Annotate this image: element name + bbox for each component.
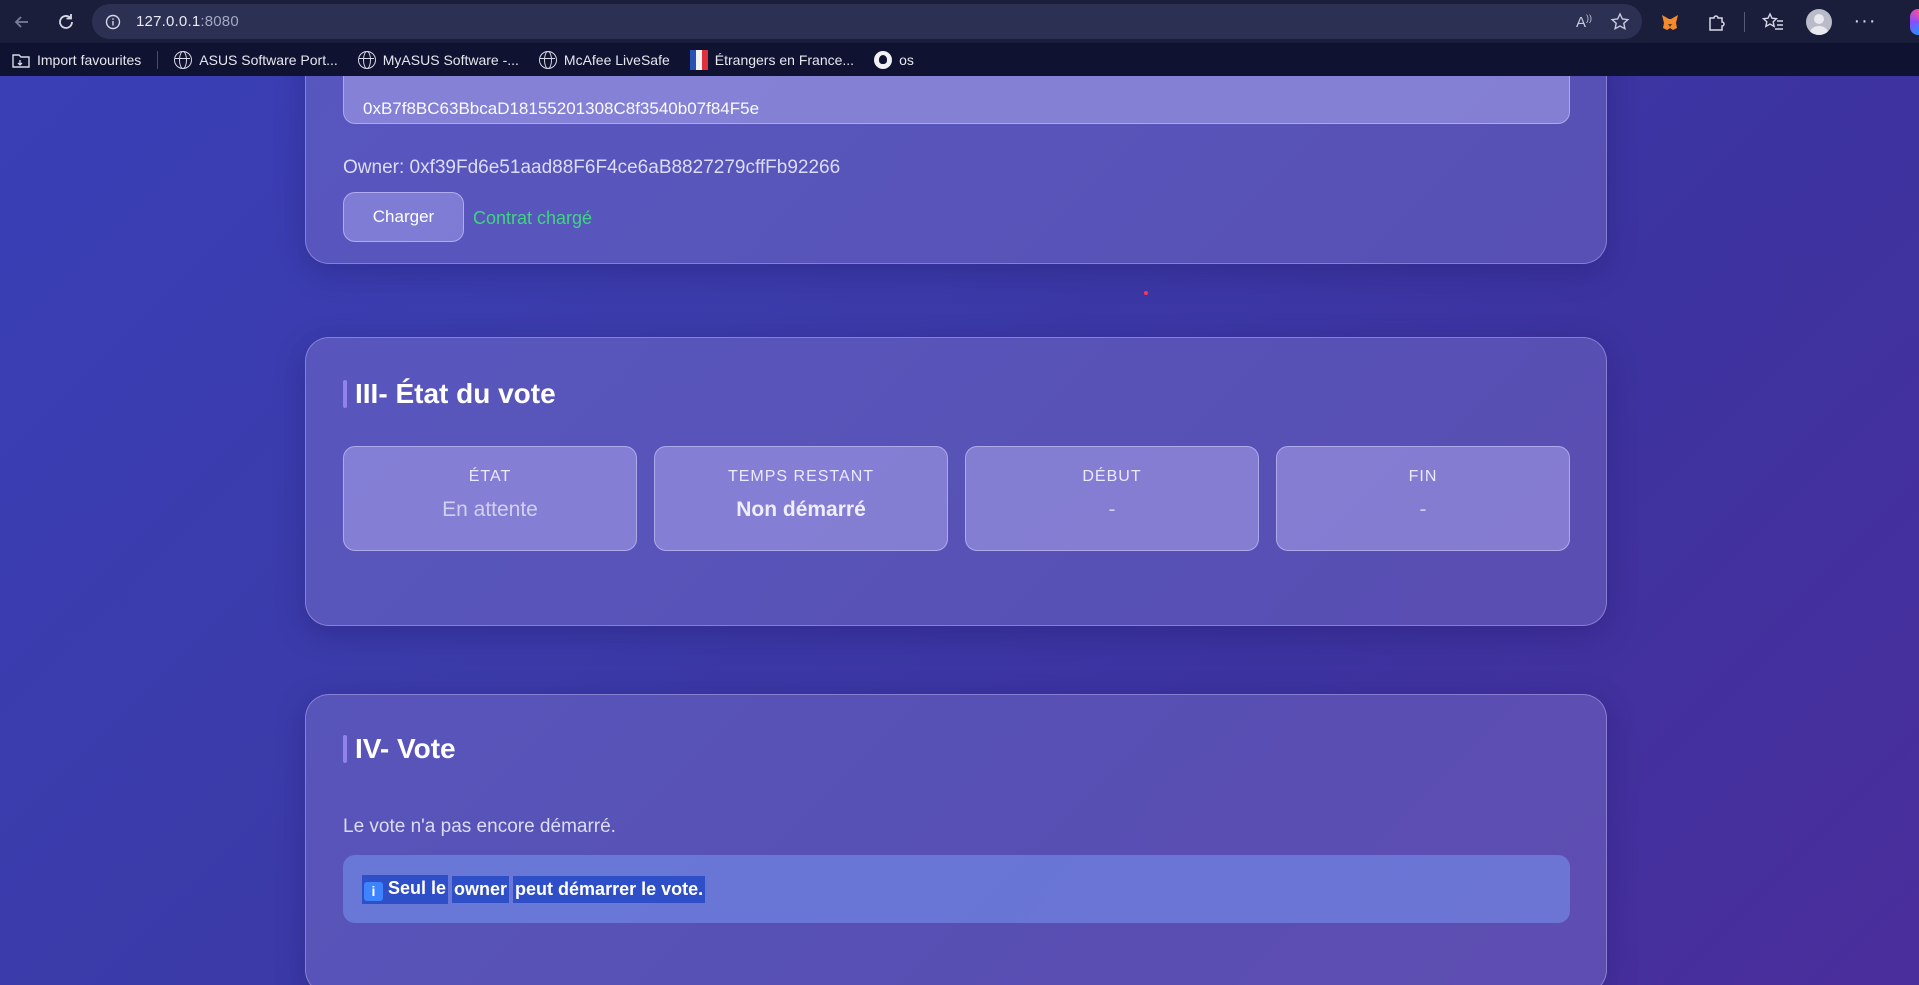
end-tile-label: FIN (1408, 468, 1438, 485)
back-icon[interactable] (2, 2, 42, 42)
address-bar[interactable]: 127.0.0.1:8080 A)) (92, 4, 1642, 39)
extensions-puzzle-icon[interactable] (1698, 4, 1734, 40)
read-aloud-icon[interactable]: A)) (1576, 13, 1592, 31)
vote-card: IV- Vote Le vote n'a pas encore démarré.… (305, 694, 1607, 985)
github-icon (874, 50, 893, 69)
bookmark-myasus-software[interactable]: MyASUS Software -... (357, 50, 519, 69)
contract-address-value: 0xB7f8BC63BbcaD18155201308C8f3540b07f84F… (363, 99, 760, 118)
remaining-time-tile-value: Non démarré (736, 498, 866, 521)
title-accent-bar (343, 380, 347, 408)
state-tile-label: ÉTAT (468, 468, 512, 485)
vote-title: IV- Vote (343, 733, 456, 765)
notice-text-part3: peut démarrer le vote. (513, 875, 706, 903)
bookmark-asus-software-portal[interactable]: ASUS Software Port... (174, 50, 338, 69)
copilot-logo (1910, 8, 1919, 35)
bookmarks-separator (157, 50, 159, 69)
bookmark-import-favourites[interactable]: Import favourites (12, 52, 141, 68)
bookmark-label: ASUS Software Port... (199, 51, 338, 68)
url-text[interactable]: 127.0.0.1:8080 (136, 13, 239, 30)
bookmark-label: os (899, 51, 914, 68)
notice-owner-word: owner (452, 875, 510, 903)
favourites-icon[interactable] (1755, 4, 1791, 40)
site-info-icon[interactable] (104, 13, 122, 31)
favourite-star-icon[interactable] (1610, 11, 1630, 32)
bookmark-etrangers-en-france[interactable]: Étrangers en France... (689, 49, 855, 70)
start-tile: DÉBUT - (965, 446, 1259, 551)
load-contract-button[interactable]: Charger (343, 192, 464, 242)
notice-highlight: i Seul le (362, 874, 449, 904)
bookmark-os[interactable]: os (874, 50, 914, 69)
start-tile-label: DÉBUT (1082, 468, 1142, 485)
avatar (1806, 8, 1832, 35)
contract-address-input[interactable]: 0xB7f8BC63BbcaD18155201308C8f3540b07f84F… (343, 76, 1570, 124)
contract-status-text: Contrat chargé (473, 208, 593, 228)
contract-card: 0xB7f8BC63BbcaD18155201308C8f3540b07f84F… (305, 76, 1607, 264)
start-tile-value: - (1108, 498, 1116, 521)
globe-icon (538, 50, 557, 69)
bookmark-label: MyASUS Software -... (382, 51, 519, 68)
url-host: 127.0.0.1 (136, 13, 201, 30)
bookmark-label: Import favourites (37, 51, 142, 68)
notice-text-part1: Seul le (388, 877, 447, 898)
vote-state-card: III- État du vote ÉTAT En attente TEMPS … (305, 337, 1607, 626)
refresh-icon[interactable] (46, 2, 86, 42)
info-icon: i (364, 881, 383, 901)
cursor-dot (1144, 291, 1148, 295)
profile-avatar[interactable] (1801, 4, 1837, 40)
end-tile-value: - (1419, 498, 1427, 521)
browser-toolbar: 127.0.0.1:8080 A)) ··· (0, 0, 1919, 43)
copilot-icon[interactable] (1905, 4, 1919, 40)
globe-icon (174, 50, 193, 69)
globe-icon (357, 50, 376, 69)
remaining-time-tile-label: TEMPS RESTANT (727, 468, 875, 485)
page-viewport: 0xB7f8BC63BbcaD18155201308C8f3540b07f84F… (0, 76, 1919, 985)
bookmark-label: McAfee LiveSafe (563, 51, 670, 68)
remaining-time-tile: TEMPS RESTANT Non démarré (654, 446, 948, 551)
toolbar-separator (1744, 11, 1745, 32)
bookmark-label: Étrangers en France... (714, 51, 855, 68)
import-folder-icon (12, 53, 30, 68)
vote-title-text: IV- Vote (355, 733, 456, 764)
more-options-icon[interactable]: ··· (1847, 4, 1883, 40)
vote-state-tiles: ÉTAT En attente TEMPS RESTANT Non démarr… (343, 446, 1570, 551)
state-tile-value: En attente (442, 498, 538, 521)
state-tile: ÉTAT En attente (343, 446, 637, 551)
bookmarks-bar: Import favourites ASUS Software Port... … (0, 43, 1919, 76)
vote-state-title-text: III- État du vote (355, 378, 556, 409)
metamask-extension-icon[interactable] (1652, 4, 1688, 40)
url-port: :8080 (200, 13, 239, 30)
vote-state-title: III- État du vote (343, 378, 556, 410)
bookmark-mcafee-livesafe[interactable]: McAfee LiveSafe (538, 50, 670, 69)
end-tile: FIN - (1276, 446, 1570, 551)
owner-address-text: Owner: 0xf39Fd6e51aad88F6F4ce6aB8827279c… (343, 157, 841, 178)
owner-only-notice: i Seul le owner peut démarrer le vote. (343, 855, 1570, 923)
title-accent-bar (343, 735, 347, 763)
vote-not-started-message: Le vote n'a pas encore démarré. (343, 816, 616, 837)
french-flag-icon (689, 49, 708, 70)
